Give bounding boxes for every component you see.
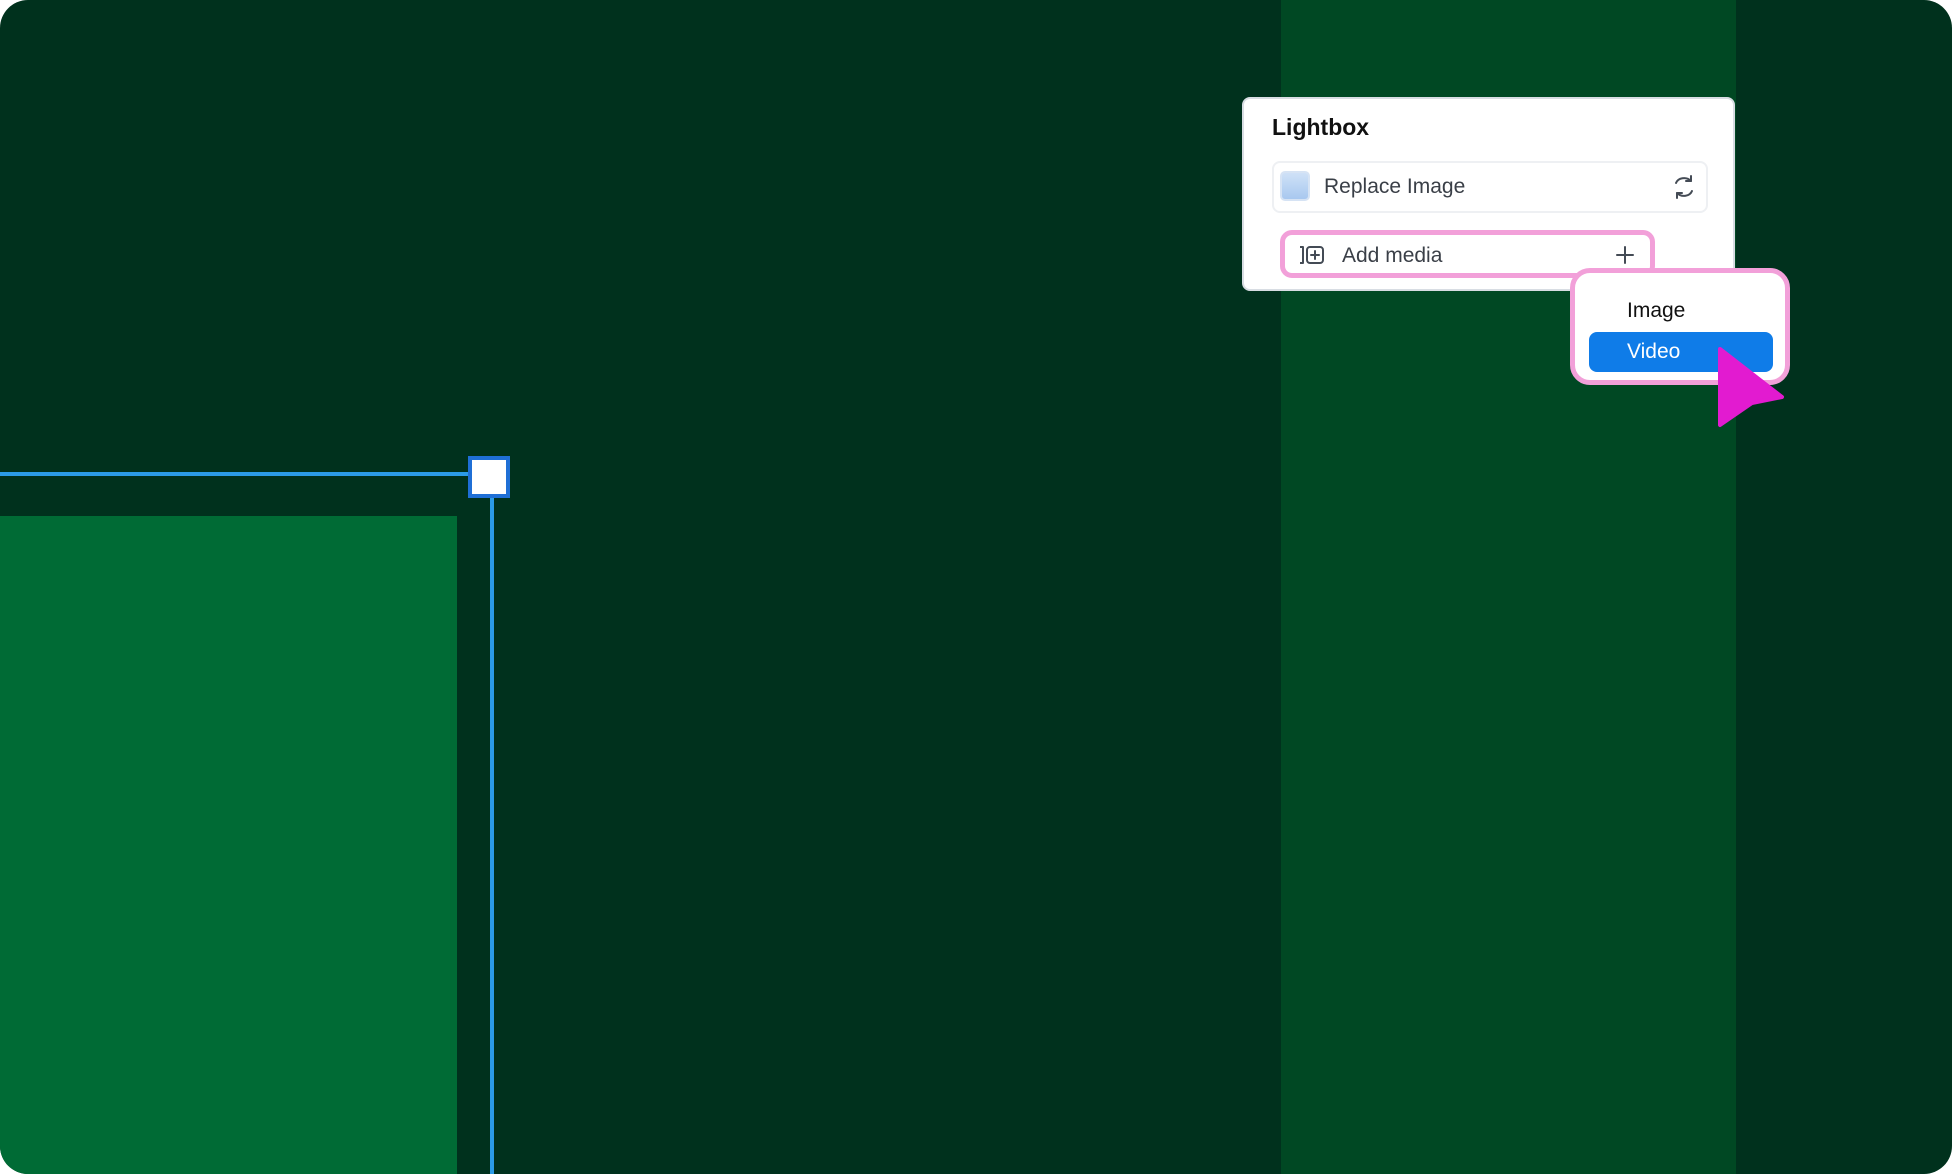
replace-image-button[interactable]: Replace Image [1272,161,1708,213]
add-media-icon [1300,246,1324,264]
panel-title: Lightbox [1272,114,1370,140]
pointer-cursor-icon [1718,347,1784,427]
image-thumbnail-icon [1280,171,1310,201]
replace-image-label: Replace Image [1324,175,1466,198]
lightbox-panel: Lightbox Replace Image Add media [1242,97,1735,291]
swap-arrows-icon[interactable] [1670,173,1698,201]
selected-image-block[interactable] [0,516,457,1174]
dropdown-item-image[interactable]: Image [1589,291,1773,331]
add-media-label: Add media [1342,244,1443,267]
selection-outline-top [0,472,490,476]
selection-outline-right [490,476,494,1174]
editor-canvas[interactable]: Lightbox Replace Image Add media Image V… [0,0,1952,1174]
resize-handle[interactable] [468,456,510,498]
plus-icon[interactable] [1614,244,1636,266]
